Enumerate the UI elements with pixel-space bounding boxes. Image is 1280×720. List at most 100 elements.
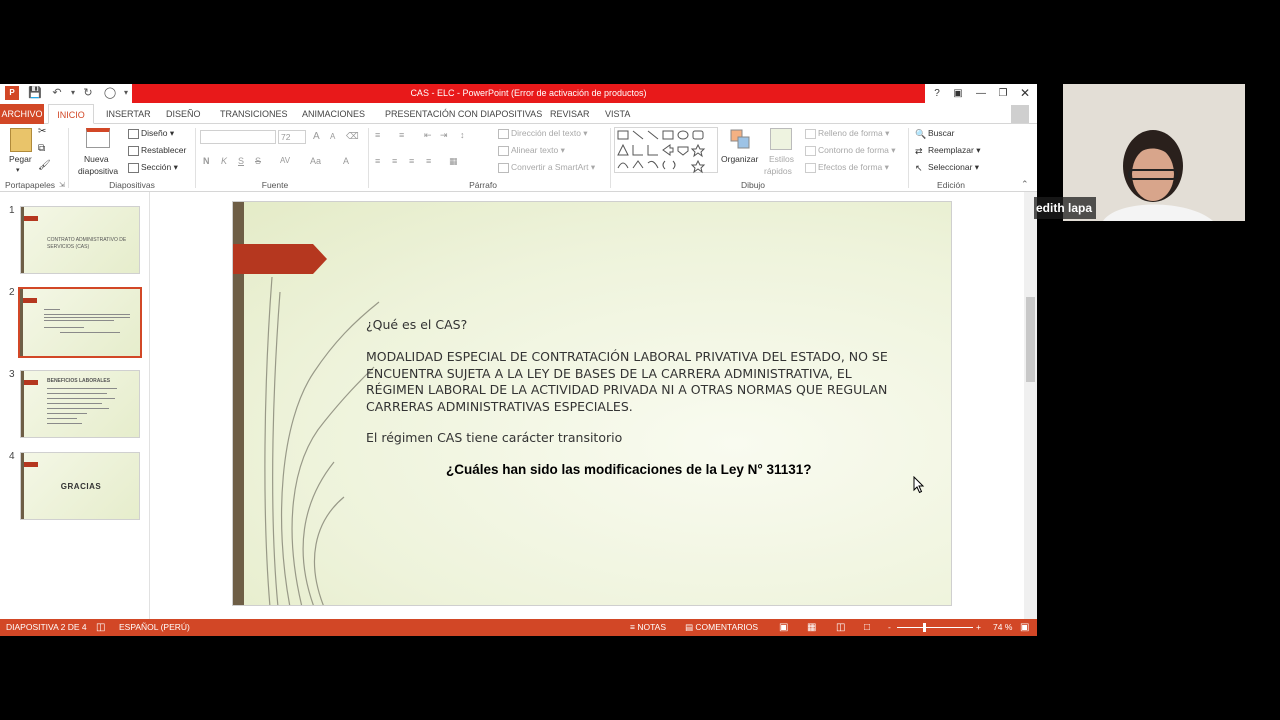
- slide-sorter-icon[interactable]: ▦: [807, 619, 816, 636]
- zoom-slider[interactable]: [897, 627, 973, 628]
- slide-thumbnail-3[interactable]: BENEFICIOS LABORALES: [20, 370, 140, 438]
- columns-icon[interactable]: ▦: [449, 156, 458, 167]
- quick-styles-button[interactable]: Estilos: [769, 154, 794, 164]
- slide-thumbnail-1[interactable]: CONTRATO ADMINISTRATIVO DE SERVICIOS (CA…: [20, 206, 140, 274]
- shape-outline-button[interactable]: Contorno de forma ▾: [805, 145, 896, 156]
- slide-thumbnail-4[interactable]: GRACIAS: [20, 452, 140, 520]
- quick-styles-icon[interactable]: [770, 128, 792, 150]
- comments-button[interactable]: ▤ COMENTARIOS: [685, 619, 758, 636]
- text-direction-button[interactable]: Dirección del texto ▾: [498, 128, 588, 139]
- restore-icon[interactable]: ❐: [995, 86, 1011, 101]
- justify-icon[interactable]: ≡: [426, 156, 431, 166]
- tab-diseno[interactable]: DISEÑO: [166, 104, 201, 124]
- tab-vista[interactable]: VISTA: [605, 104, 630, 124]
- thumb-title: CONTRATO ADMINISTRATIVO DE SERVICIOS (CA…: [47, 237, 127, 250]
- redo-icon[interactable]: ↻: [81, 86, 95, 100]
- vertical-scrollbar[interactable]: ▾: [1024, 192, 1037, 619]
- clear-format-icon[interactable]: ⌫: [346, 131, 359, 142]
- shape-fill-icon: [805, 128, 816, 139]
- section-button[interactable]: Sección ▾: [128, 162, 178, 173]
- account-avatar[interactable]: [1011, 105, 1029, 123]
- align-center-icon[interactable]: ≡: [392, 156, 397, 166]
- tab-revisar[interactable]: REVISAR: [550, 104, 590, 124]
- fit-slide-icon[interactable]: ▣: [1020, 619, 1029, 636]
- char-spacing-button[interactable]: AV: [280, 156, 290, 165]
- layout-button[interactable]: Diseño ▾: [128, 128, 174, 139]
- tab-inicio[interactable]: INICIO: [48, 104, 94, 124]
- scroll-thumb[interactable]: [1026, 297, 1035, 382]
- shapes-gallery[interactable]: [614, 127, 718, 174]
- font-color-button[interactable]: A: [343, 156, 349, 166]
- zoom-level[interactable]: 74 %: [993, 619, 1012, 636]
- customize-qat-icon[interactable]: ▾: [119, 86, 133, 100]
- spellcheck-icon[interactable]: ◫: [96, 619, 105, 636]
- quick-styles-label[interactable]: rápidos: [764, 166, 792, 176]
- tab-transiciones[interactable]: TRANSICIONES: [220, 104, 288, 124]
- clipboard-launcher-icon[interactable]: ⇲: [59, 181, 65, 189]
- increase-indent-icon[interactable]: ⇥: [440, 130, 448, 141]
- shape-effects-button[interactable]: Efectos de forma ▾: [805, 162, 889, 173]
- arrange-icon[interactable]: [729, 128, 751, 150]
- strike-button[interactable]: S: [255, 156, 261, 166]
- align-right-icon[interactable]: ≡: [409, 156, 414, 166]
- shape-fill-button[interactable]: Relleno de forma ▾: [805, 128, 889, 139]
- replace-icon: ⇄: [915, 145, 923, 156]
- undo-dropdown-icon[interactable]: ▾: [66, 86, 80, 100]
- minimize-icon[interactable]: —: [973, 86, 989, 101]
- format-painter-icon[interactable]: 🖌: [38, 160, 51, 171]
- tab-presentacion[interactable]: PRESENTACIÓN CON DIAPOSITIVAS: [385, 104, 542, 124]
- copy-icon[interactable]: ⧉: [38, 143, 45, 154]
- line-spacing-icon[interactable]: ↕: [460, 130, 465, 140]
- reset-button[interactable]: Restablecer: [128, 145, 186, 156]
- zoom-out-icon[interactable]: -: [888, 619, 891, 636]
- cut-icon[interactable]: ✂: [38, 126, 46, 137]
- slide-number: 2: [9, 287, 15, 298]
- language-indicator[interactable]: ESPAÑOL (PERÚ): [119, 619, 190, 636]
- tab-insertar[interactable]: INSERTAR: [106, 104, 151, 124]
- new-slide-button[interactable]: Nueva: [84, 154, 109, 164]
- find-button[interactable]: 🔍 Buscar: [915, 128, 954, 139]
- close-icon[interactable]: ✕: [1017, 86, 1033, 101]
- slideshow-icon[interactable]: □: [864, 619, 870, 636]
- paste-dropdown-icon[interactable]: ▾: [16, 166, 20, 174]
- smartart-button[interactable]: Convertir a SmartArt ▾: [498, 162, 595, 173]
- font-size-input[interactable]: 72: [278, 130, 306, 144]
- tab-animaciones[interactable]: ANIMACIONES: [302, 104, 365, 124]
- grow-font-button[interactable]: A: [313, 131, 320, 142]
- paste-icon[interactable]: [10, 128, 32, 152]
- save-icon[interactable]: 💾: [28, 86, 42, 100]
- font-name-input[interactable]: [200, 130, 276, 144]
- undo-icon[interactable]: ↶: [50, 86, 64, 100]
- zoom-in-icon[interactable]: +: [976, 619, 981, 636]
- replace-button[interactable]: ⇄ Reemplazar ▾: [915, 145, 980, 156]
- notes-button[interactable]: ≡ NOTAS: [630, 619, 666, 636]
- paste-button[interactable]: Pegar: [9, 154, 32, 164]
- start-presentation-icon[interactable]: ◯: [103, 86, 117, 100]
- reading-view-icon[interactable]: ◫: [836, 619, 845, 636]
- help-button[interactable]: ?: [929, 86, 945, 101]
- reset-label: Restablecer: [141, 145, 187, 155]
- slide-number: 1: [9, 205, 15, 216]
- shrink-font-button[interactable]: A: [330, 132, 335, 141]
- slide-canvas[interactable]: ¿Qué es el CAS? MODALIDAD ESPECIAL DE CO…: [232, 201, 952, 606]
- zoom-slider-handle[interactable]: [923, 623, 926, 632]
- slide-thumbnail-2[interactable]: [18, 287, 142, 358]
- bold-button[interactable]: N: [203, 156, 210, 166]
- select-button[interactable]: ↖ Seleccionar ▾: [915, 162, 979, 173]
- align-text-button[interactable]: Alinear texto ▾: [498, 145, 565, 156]
- italic-button[interactable]: K: [221, 156, 227, 166]
- new-slide-label[interactable]: diapositiva: [78, 166, 118, 176]
- arrange-button[interactable]: Organizar: [721, 154, 758, 164]
- bullets-icon[interactable]: ≡: [375, 130, 380, 140]
- align-left-icon[interactable]: ≡: [375, 156, 380, 166]
- collapse-ribbon-icon[interactable]: ⌃: [1021, 179, 1029, 190]
- underline-button[interactable]: S: [238, 156, 244, 166]
- decrease-indent-icon[interactable]: ⇤: [424, 130, 432, 141]
- new-slide-icon[interactable]: [86, 128, 110, 148]
- tab-archivo[interactable]: ARCHIVO: [0, 104, 44, 124]
- numbering-icon[interactable]: ≡: [399, 130, 404, 140]
- section-label: Sección: [141, 162, 172, 172]
- ribbon-display-options-icon[interactable]: ▣: [950, 86, 966, 101]
- change-case-button[interactable]: Aa: [310, 156, 321, 166]
- normal-view-icon[interactable]: ▣: [779, 619, 788, 636]
